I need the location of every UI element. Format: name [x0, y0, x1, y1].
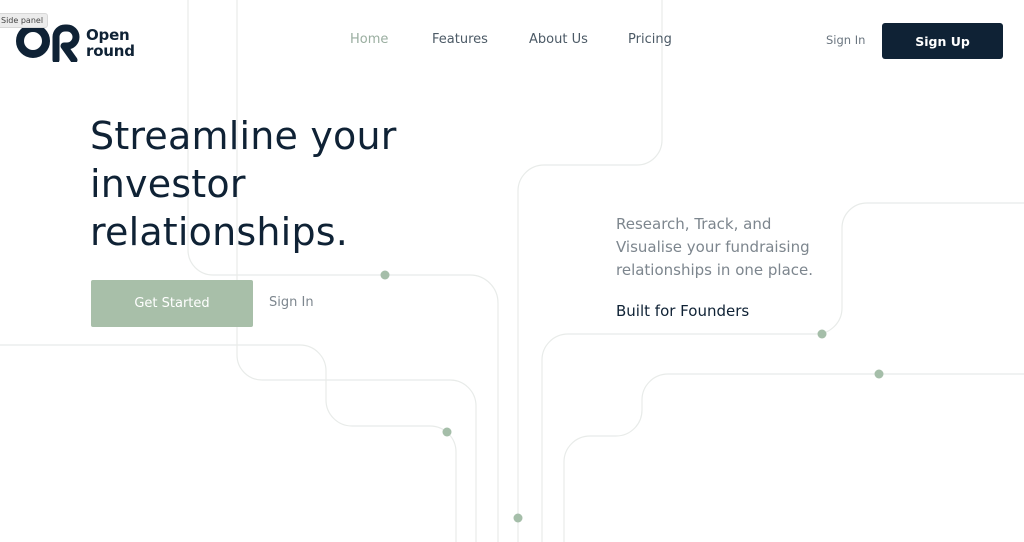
node-dot: [817, 329, 827, 339]
node-dot: [874, 369, 884, 379]
node-dot: [442, 427, 452, 437]
sign-up-button[interactable]: Sign Up: [882, 23, 1003, 59]
nav-about-us[interactable]: About Us: [529, 32, 588, 47]
hero-tagline: Research, Track, and Visualise your fund…: [616, 215, 813, 279]
side-panel-tab[interactable]: Side panel: [0, 13, 49, 28]
header-sign-in-link[interactable]: Sign In: [826, 33, 865, 47]
node-dot: [380, 270, 390, 280]
get-started-button[interactable]: Get Started: [91, 280, 253, 327]
nav-features[interactable]: Features: [432, 32, 488, 47]
main-nav: Home Features About Us Pricing: [0, 32, 1024, 52]
node-dot: [513, 513, 523, 523]
hero-title: Streamline your investor relationships.: [90, 114, 397, 254]
background-circuit-lines: [0, 0, 1024, 542]
landing-page: Side panel Open round Home Features Abou…: [0, 0, 1024, 542]
built-for-founders: Built for Founders: [616, 302, 750, 320]
nav-pricing[interactable]: Pricing: [628, 32, 672, 47]
nav-home[interactable]: Home: [350, 32, 388, 47]
hero-sign-in-link[interactable]: Sign In: [269, 295, 314, 310]
